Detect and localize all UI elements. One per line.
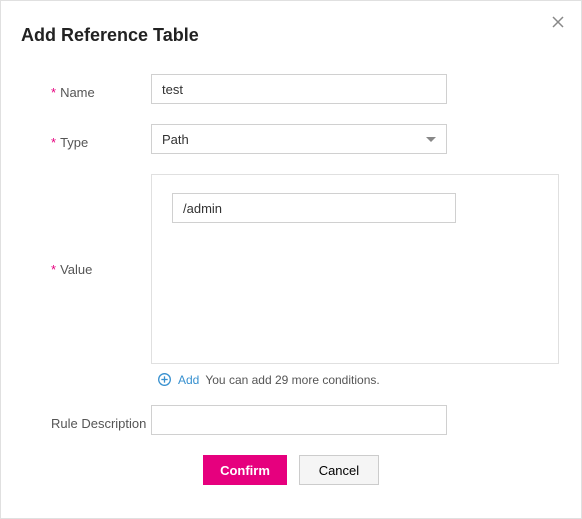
close-button[interactable] — [549, 13, 567, 31]
type-label: Type — [60, 135, 88, 150]
dialog-button-row: Confirm Cancel — [21, 455, 561, 485]
required-star-icon: * — [51, 86, 56, 99]
value-condition-input[interactable] — [172, 193, 456, 223]
required-star-icon: * — [51, 136, 56, 149]
rule-description-input[interactable] — [151, 405, 447, 435]
type-selected-value: Path — [162, 132, 189, 147]
value-conditions-box — [151, 174, 559, 364]
close-icon — [552, 16, 564, 28]
description-label-col: Rule Description — [21, 410, 151, 431]
description-label: Rule Description — [51, 416, 146, 431]
add-condition-link[interactable]: Add — [178, 373, 199, 387]
form-row-description: Rule Description — [21, 405, 561, 435]
form-row-value: * Value — [21, 174, 561, 364]
add-reference-table-dialog: Add Reference Table * Name * Type Path *… — [0, 0, 582, 519]
chevron-down-icon — [426, 137, 436, 142]
required-star-icon: * — [51, 263, 56, 276]
dialog-title: Add Reference Table — [21, 25, 561, 46]
name-input[interactable] — [151, 74, 447, 104]
form-row-name: * Name — [21, 74, 561, 104]
name-label-col: * Name — [21, 79, 151, 100]
value-label-col: * Value — [21, 262, 151, 277]
name-label: Name — [60, 85, 95, 100]
value-label: Value — [60, 262, 92, 277]
form-row-type: * Type Path — [21, 124, 561, 154]
type-label-col: * Type — [21, 129, 151, 150]
type-select[interactable]: Path — [151, 124, 447, 154]
add-condition-hint: You can add 29 more conditions. — [205, 373, 379, 387]
confirm-button[interactable]: Confirm — [203, 455, 287, 485]
plus-circle-icon[interactable] — [157, 372, 172, 387]
add-condition-row: Add You can add 29 more conditions. — [151, 372, 561, 387]
cancel-button[interactable]: Cancel — [299, 455, 379, 485]
